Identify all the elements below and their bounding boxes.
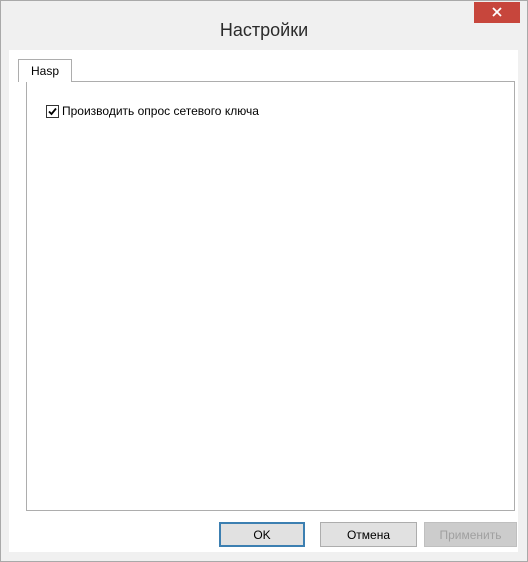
checkmark-icon — [48, 107, 57, 115]
hasp-tab-panel: Производить опрос сетевого ключа — [26, 81, 515, 511]
poll-network-key-checkbox[interactable] — [46, 104, 59, 118]
poll-network-key-option[interactable]: Производить опрос сетевого ключа — [46, 104, 259, 118]
close-icon — [492, 4, 502, 22]
apply-button[interactable]: Применить — [424, 522, 517, 547]
cancel-button[interactable]: Отмена — [320, 522, 417, 547]
window-title: Настройки — [219, 20, 309, 40]
poll-network-key-label: Производить опрос сетевого ключа — [62, 104, 259, 118]
close-button[interactable] — [474, 2, 520, 23]
ok-button[interactable]: OK — [219, 522, 305, 547]
tab-hasp[interactable]: Hasp — [18, 59, 73, 82]
title-bar[interactable]: Настройки — [1, 1, 527, 51]
